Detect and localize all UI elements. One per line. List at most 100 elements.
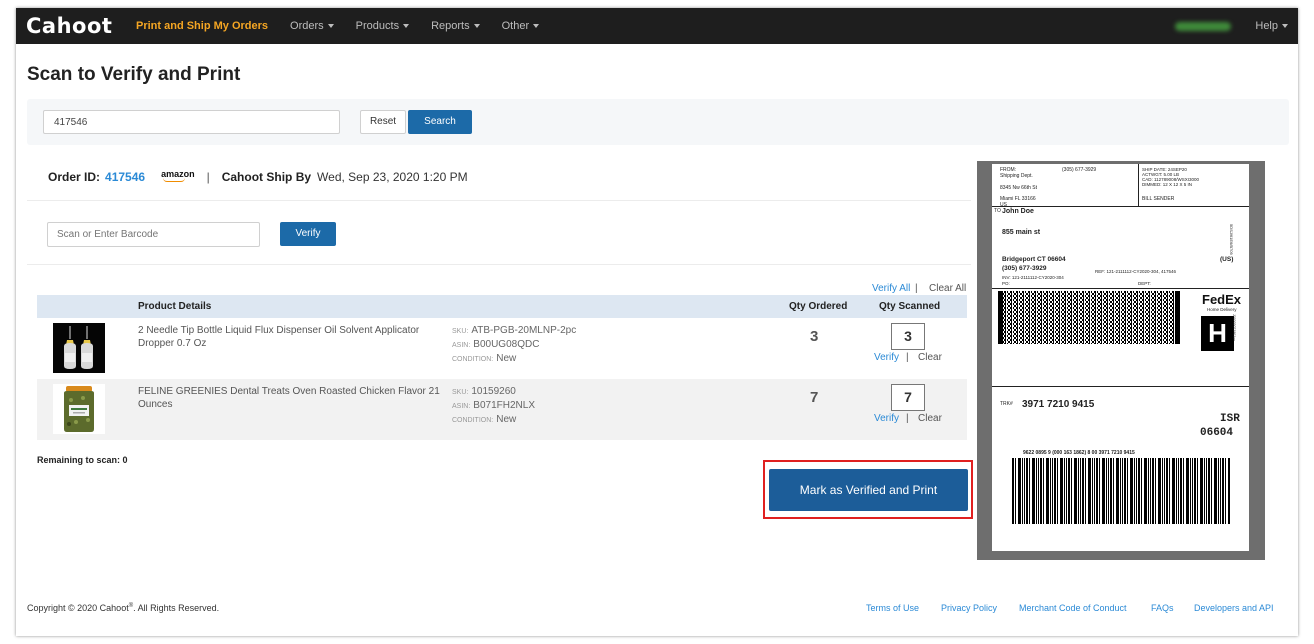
- search-button[interactable]: Search: [408, 110, 472, 134]
- row-verify-link[interactable]: Verify: [874, 352, 899, 363]
- footer-link-privacy[interactable]: Privacy Policy: [941, 603, 997, 613]
- help-label: Help: [1255, 20, 1278, 32]
- label-dept: DEPT:: [1138, 281, 1151, 286]
- search-panel: Reset Search: [27, 99, 1289, 145]
- label-inv: INV: 121-2111112-CY2020-304: [1002, 275, 1064, 280]
- verify-all-link[interactable]: Verify All: [872, 283, 910, 294]
- table-row: FELINE GREENIES Dental Treats Oven Roast…: [37, 379, 967, 440]
- label-to-name: John Doe: [1002, 208, 1034, 215]
- product-name: FELINE GREENIES Dental Treats Oven Roast…: [138, 386, 440, 410]
- condition-label: CONDITION:: [452, 417, 494, 424]
- fedex-logo: FedEx: [1202, 292, 1242, 307]
- nav-orders-label: Orders: [290, 20, 324, 32]
- footer-copyright: Copyright © 2020 Cahoot®. All Rights Res…: [27, 603, 219, 613]
- user-account-menu[interactable]: [1175, 21, 1232, 31]
- label-to-phone: (305) 677-3929: [1002, 265, 1047, 272]
- label-barcode-text: 9622 0895 9 (000 163 1862) 8 00 3971 721…: [1023, 450, 1135, 456]
- asin-label: ASIN:: [452, 403, 471, 410]
- label-from-line: Shipping Dept.: [1000, 173, 1033, 179]
- order-id-label: Order ID:: [48, 170, 101, 184]
- label-isr: ISR: [1220, 413, 1240, 425]
- caret-down-icon: [327, 24, 334, 29]
- label-bill: BILL SENDER: [1142, 196, 1175, 202]
- reset-button[interactable]: Reset: [360, 110, 406, 134]
- asin-label: ASIN:: [452, 342, 471, 349]
- help-menu[interactable]: Help: [1255, 20, 1288, 32]
- remaining-to-scan: Remaining to scan: 0: [37, 455, 128, 465]
- mark-verified-print-button[interactable]: Mark as Verified and Print: [769, 469, 968, 511]
- label-rule: [992, 386, 1249, 387]
- row-clear-link[interactable]: Clear: [918, 352, 942, 363]
- nav-other-menu[interactable]: Other: [502, 20, 540, 32]
- row-clear-link[interactable]: Clear: [918, 413, 942, 424]
- label-side-code: 5DSJ/61E6/B709: [1229, 224, 1234, 255]
- header-qty-scanned: Qty Scanned: [879, 301, 941, 312]
- label-service: Home Delivery: [1207, 307, 1237, 312]
- caret-down-icon: [473, 24, 480, 29]
- asin-value: B00UG08QDC: [473, 339, 540, 350]
- header-qty-ordered: Qty Ordered: [789, 301, 848, 312]
- footer-link-faqs[interactable]: FAQs: [1151, 603, 1174, 613]
- label-rule: [1138, 164, 1139, 206]
- clear-all-link[interactable]: Clear All: [929, 283, 966, 294]
- label-trk: TRK#: [1000, 401, 1013, 407]
- sku-value: ATB-PGB-20MLNP-2pc: [471, 325, 577, 336]
- shipping-label: FROM: Shipping Dept. 8345 Nw 66th St Mia…: [992, 164, 1249, 551]
- condition-label: CONDITION:: [452, 356, 494, 363]
- caret-down-icon: [533, 24, 540, 29]
- header-product-details: Product Details: [138, 301, 212, 312]
- qty-scanned-input[interactable]: 7: [891, 384, 925, 411]
- asin-value: B071FH2NLX: [473, 400, 535, 411]
- label-1d-barcode: [1012, 458, 1230, 524]
- label-to-street: 855 main st: [1002, 229, 1041, 236]
- label-to-country: (US): [1220, 256, 1234, 263]
- nav-products-label: Products: [355, 20, 400, 32]
- qty-scanned-input[interactable]: 3: [891, 323, 925, 350]
- label-from-phone: (305) 677-3929: [1062, 167, 1097, 173]
- label-tracking-number: 3971 7210 9415: [1022, 399, 1095, 410]
- nav-other-label: Other: [501, 20, 530, 32]
- footer-link-terms[interactable]: Terms of Use: [866, 603, 919, 613]
- order-id-link[interactable]: 417546: [105, 170, 145, 184]
- separator: |: [206, 170, 210, 184]
- product-image[interactable]: [53, 384, 105, 434]
- barcode-input[interactable]: [47, 222, 260, 247]
- sku-value: 10159260: [471, 386, 516, 397]
- cahoot-logo[interactable]: Cahoot: [26, 14, 136, 38]
- nav-orders-menu[interactable]: Orders: [290, 20, 334, 32]
- order-search-input[interactable]: [43, 110, 340, 134]
- nav-print-and-ship[interactable]: Print and Ship My Orders: [136, 20, 268, 32]
- shipping-label-preview: FROM: Shipping Dept. 8345 Nw 66th St Mia…: [977, 161, 1265, 560]
- label-side-code: J20202071801uv: [1232, 314, 1236, 341]
- row-verify-link[interactable]: Verify: [874, 413, 899, 424]
- label-rule: [992, 206, 1249, 207]
- nav-right: Help: [1175, 20, 1298, 32]
- separator: |: [915, 283, 918, 294]
- ship-by-date: Wed, Sep 23, 2020 1:20 PM: [317, 170, 468, 184]
- label-ship-info: DIMMED: 12 X 12 X 5 IN: [1142, 182, 1193, 187]
- label-to: TO: [994, 208, 1001, 214]
- divider: [27, 264, 971, 265]
- rights-text: . All Rights Reserved.: [133, 603, 220, 613]
- nav-reports-menu[interactable]: Reports: [431, 20, 480, 32]
- label-2d-barcode: [998, 291, 1180, 344]
- nav-products-menu[interactable]: Products: [355, 20, 410, 32]
- service-h-icon: H: [1201, 316, 1234, 351]
- separator: |: [906, 413, 909, 424]
- ship-by-label: Cahoot Ship By: [221, 170, 312, 184]
- product-image[interactable]: [53, 323, 105, 373]
- amazon-logo: amazon: [161, 169, 195, 182]
- divider: [27, 200, 971, 201]
- qty-ordered: 3: [810, 328, 819, 345]
- top-navbar: Cahoot Print and Ship My Orders Orders P…: [16, 8, 1298, 44]
- condition-value: New: [496, 414, 517, 425]
- caret-down-icon: [403, 24, 410, 29]
- product-name: 2 Needle Tip Bottle Liquid Flux Dispense…: [138, 325, 420, 349]
- label-ref: REF: 121-2111112-CY2020-304, 417546: [1095, 269, 1176, 274]
- product-meta: SKU: 10159260 ASIN: B071FH2NLX CONDITION: N…: [452, 385, 535, 427]
- label-rule: [992, 288, 1249, 289]
- qty-ordered: 7: [810, 389, 819, 406]
- verify-barcode-button[interactable]: Verify: [280, 222, 336, 246]
- footer-link-merchant-code[interactable]: Merchant Code of Conduct: [1019, 603, 1127, 613]
- footer-link-developers[interactable]: Developers and API: [1194, 603, 1274, 613]
